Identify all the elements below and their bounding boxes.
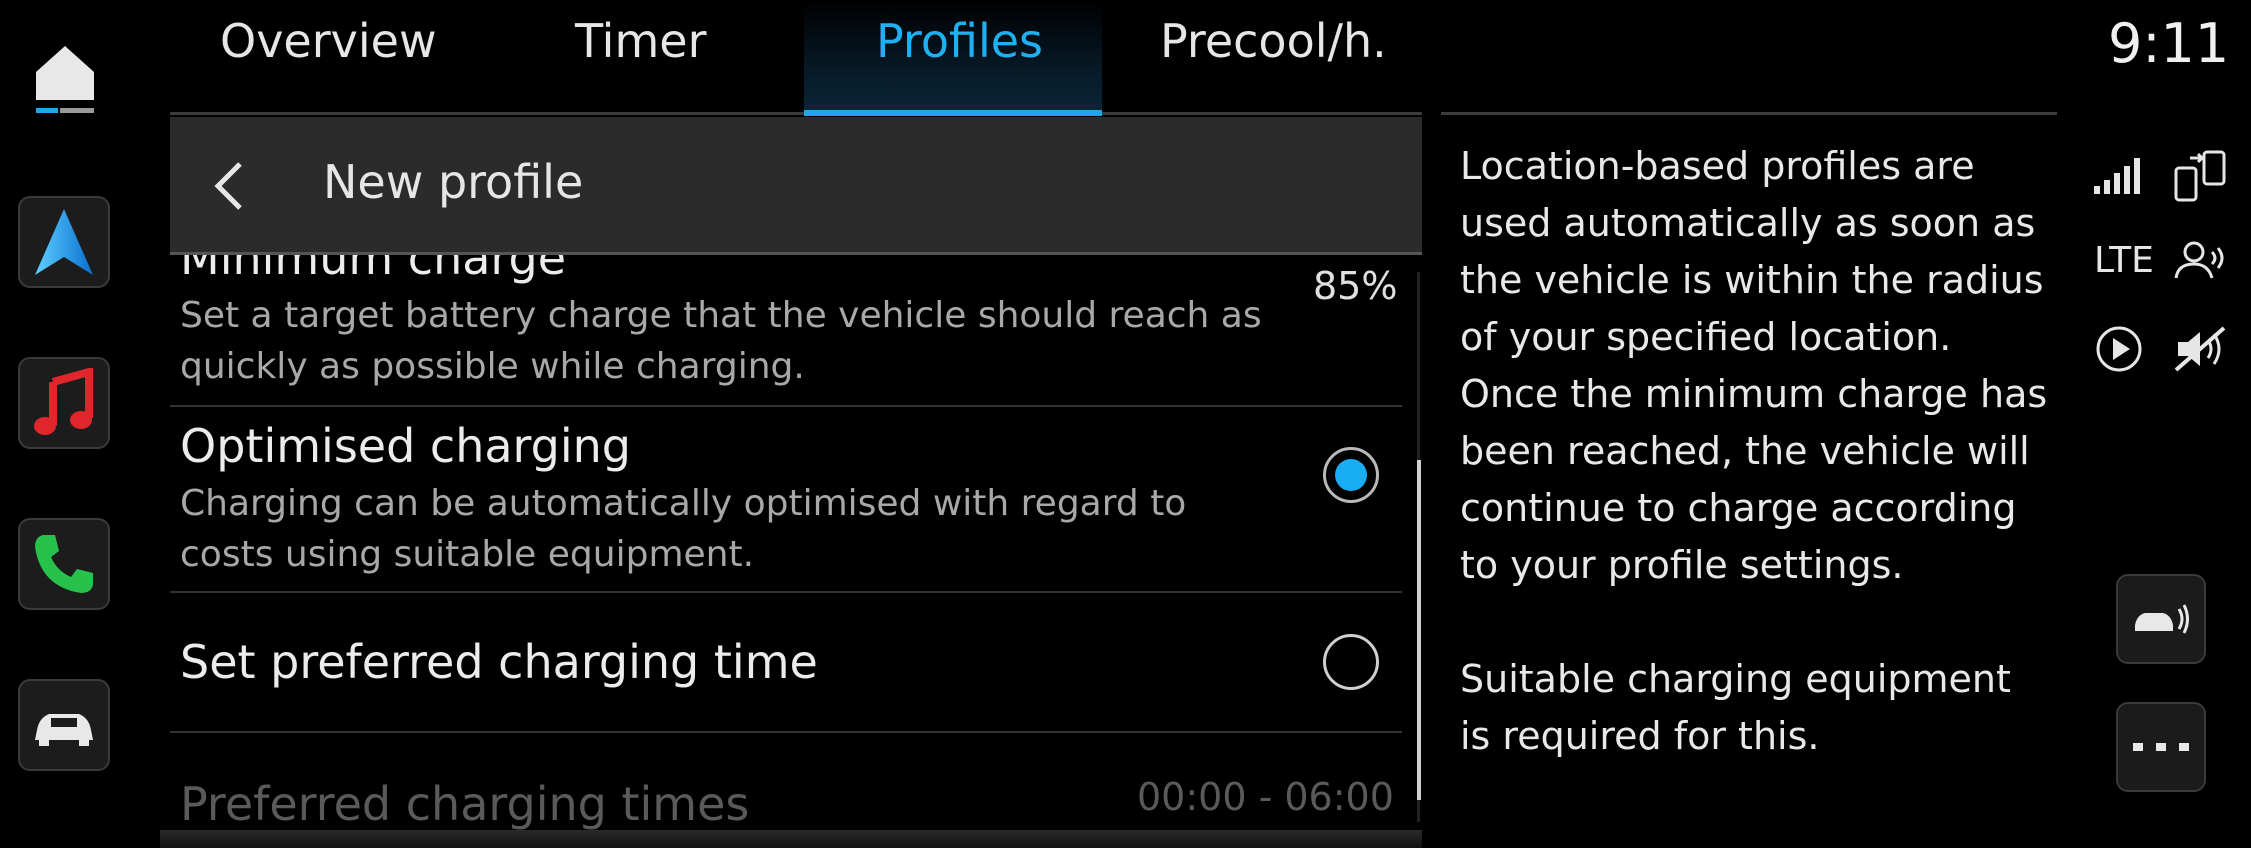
minimum-charge-title: Minimum charge [180,255,567,285]
optimised-charging-title: Optimised charging [180,419,631,473]
settings-list[interactable]: Minimum charge 85% Set a target battery … [170,255,1422,830]
network-type: LTE [2094,240,2154,281]
optimised-charging-description: Charging can be automatically optimised … [180,483,1187,575]
phone-connection-icon [2174,150,2226,202]
info-paragraph: Location-based profiles are used automat… [1460,144,2048,587]
preferred-charging-times-title: Preferred charging times [180,777,750,830]
car-app-button[interactable] [18,679,110,771]
divider [170,731,1402,733]
preferred-charging-times-value: 00:00 - 06:00 [1137,775,1394,819]
info-panel: Location-based profiles are used automat… [1460,138,2050,822]
bottom-edge [160,830,1422,848]
back-button[interactable] [210,160,250,212]
car-icon [35,714,93,746]
navigation-icon [35,209,93,275]
minimum-charge-description: Set a target battery charge that the veh… [180,295,1262,387]
tabs-divider [170,112,1422,115]
tab-precool[interactable]: Precool/h. [1160,14,1387,78]
driver-assist-button[interactable] [2116,574,2206,664]
info-paragraph: Suitable charging equipment is required … [1460,657,2011,758]
optimised-charging-radio[interactable] [1323,447,1379,503]
tab-timer[interactable]: Timer [575,14,707,78]
preferred-charging-time-radio[interactable] [1323,634,1379,690]
mute-icon [2174,326,2226,372]
scrollbar-thumb[interactable] [1417,460,1421,800]
car-sensor-icon [2135,604,2189,634]
divider [170,405,1402,407]
more-button[interactable] [2116,702,2206,792]
tab-overview[interactable]: Overview [220,14,437,78]
active-tab-indicator [804,110,1102,116]
home-button[interactable] [30,42,100,122]
music-app-button[interactable] [18,357,110,449]
music-icon [34,368,93,435]
signal-icon [2094,158,2140,194]
home-icon [36,46,94,113]
clock: 9:11 [2108,12,2230,75]
navigation-app-button[interactable] [18,196,110,288]
preferred-charging-time-title: Set preferred charging time [180,635,818,689]
panel-divider [1441,112,2057,115]
page-title: New profile [323,155,584,209]
divider [170,591,1402,593]
media-play-icon [2096,326,2142,372]
phone-app-button[interactable] [18,518,110,610]
minimum-charge-value[interactable]: 85% [1313,264,1397,308]
more-dots-icon [2133,743,2189,751]
phone-icon [35,535,93,593]
user-profile-icon [2174,241,2224,279]
chevron-left-icon [214,162,242,210]
tab-profiles[interactable]: Profiles [876,14,1043,78]
